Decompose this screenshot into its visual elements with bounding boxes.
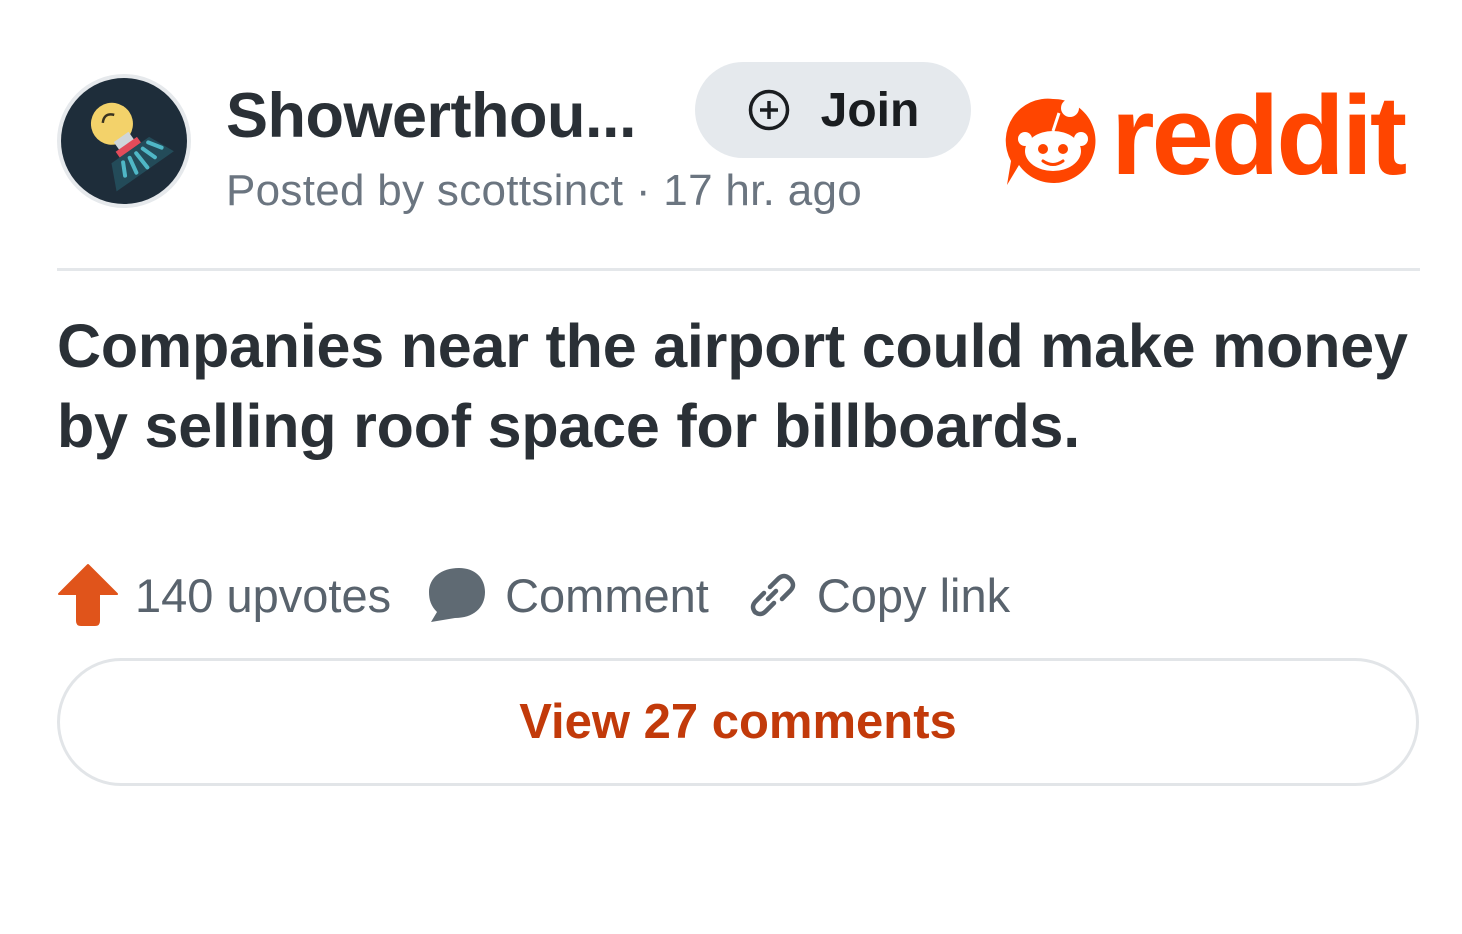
comment-bubble-icon (429, 568, 486, 622)
subreddit-avatar[interactable] (57, 74, 191, 208)
upvote-arrow-icon (58, 564, 118, 626)
post-card: Showerthou... Posted by scottsinct · 17 … (0, 0, 1462, 934)
reddit-logo: reddit (1003, 80, 1407, 192)
subreddit-name[interactable]: Showerthou... (226, 80, 636, 152)
view-comments-button[interactable]: View 27 comments (57, 658, 1419, 786)
plus-circle-icon (748, 89, 789, 131)
post-title[interactable]: Companies near the airport could make mo… (57, 306, 1427, 466)
link-icon (750, 573, 796, 617)
reddit-wordmark: reddit (1111, 73, 1407, 198)
post-actions: 140 upvotes Comment Copy link (57, 558, 1010, 632)
divider (57, 268, 1420, 271)
post-meta: Posted by scottsinct · 17 hr. ago (226, 166, 863, 215)
upvote-button[interactable]: 140 upvotes (57, 563, 391, 627)
copy-link-button[interactable]: Copy link (743, 566, 1010, 624)
reddit-snoo-icon (1005, 98, 1096, 185)
join-button[interactable]: Join (695, 62, 971, 158)
copy-link-label: Copy link (816, 568, 1011, 622)
comment-label: Comment (505, 568, 709, 622)
lightbulb-shower-icon (90, 102, 174, 192)
upvote-count: 140 upvotes (135, 568, 392, 622)
join-button-label: Join (820, 83, 920, 137)
comment-button[interactable]: Comment (425, 564, 709, 626)
view-comments-label: View 27 comments (519, 695, 957, 749)
